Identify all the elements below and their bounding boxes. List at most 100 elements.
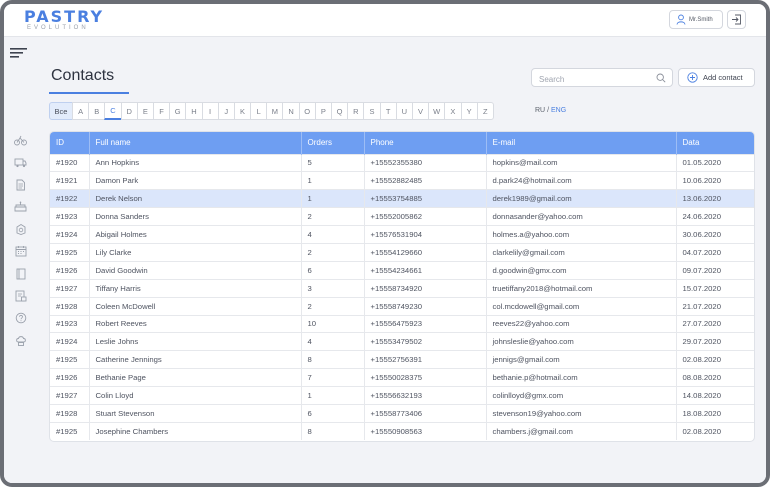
cell-phone: +15556475923 <box>364 314 487 333</box>
column-header-email[interactable]: E-mail <box>486 132 677 154</box>
user-profile-button[interactable]: Mr.Smith <box>669 10 723 29</box>
cell-email: stevenson19@yahoo.com <box>486 403 677 423</box>
filter-letter-s[interactable]: S <box>363 102 381 120</box>
table-row[interactable]: #1927 Tiffany Harris 3 +15558734920 truetiff… <box>50 278 754 298</box>
table-row[interactable]: #1924 Abigail Holmes 4 +15576531904 holmes.a… <box>50 225 754 244</box>
cell-email: jennigs@gmail.com <box>486 350 677 369</box>
bicycle-icon <box>14 135 27 145</box>
sidebar-item-delivery[interactable] <box>4 153 37 171</box>
column-header-date[interactable]: Data <box>676 132 754 154</box>
filter-letter-e[interactable]: E <box>136 102 154 120</box>
cell-full-name: Stuart Stevenson <box>89 403 302 423</box>
sidebar-item-help[interactable] <box>4 309 37 327</box>
cell-full-name: Donna Sanders <box>89 207 302 226</box>
filter-letter-n[interactable]: N <box>282 102 300 120</box>
filter-letter-d[interactable]: D <box>120 102 138 120</box>
column-header-full-name[interactable]: Full name <box>89 132 302 154</box>
cell-full-name: Coleen McDowell <box>89 296 302 316</box>
cell-id: #1926 <box>50 260 90 280</box>
filter-letter-i[interactable]: I <box>201 102 219 120</box>
cell-full-name: Tiffany Harris <box>89 278 302 298</box>
logo-main-text: PASTRY <box>24 7 105 26</box>
logout-button[interactable] <box>727 10 746 29</box>
table-row[interactable]: #1927 Colin Lloyd 1 +15556632193 colinlloyd@… <box>50 386 754 405</box>
sidebar-item-documents[interactable] <box>4 176 37 194</box>
filter-letter-q[interactable]: Q <box>331 102 349 120</box>
sidebar-item-recipes[interactable] <box>4 265 37 283</box>
filter-letter-k[interactable]: K <box>233 102 252 120</box>
table-row[interactable]: #1920 Ann Hopkins 5 +15552355380 hopkins@mai… <box>50 153 754 172</box>
table-row[interactable]: #1928 Stuart Stevenson 6 +15558773406 steven… <box>50 403 754 423</box>
filter-letter-c[interactable]: C <box>104 102 122 120</box>
filter-letter-l[interactable]: L <box>250 102 268 120</box>
cell-orders: 7 <box>301 368 365 387</box>
lang-ru[interactable]: RU <box>535 107 545 114</box>
filter-letter-v[interactable]: V <box>411 102 430 120</box>
filter-letter-w[interactable]: W <box>428 102 446 120</box>
table-row[interactable]: #1923 Robert Reeves 10 +15556475923 reeves22… <box>50 314 754 333</box>
logo-sub-text: EVOLUTION <box>27 25 89 31</box>
contacts-table: ID Full name Orders Phone E-mail Data #1… <box>49 131 755 442</box>
filter-letter-o[interactable]: O <box>298 102 316 120</box>
sidebar-item-chef[interactable] <box>4 332 37 350</box>
filter-letter-a[interactable]: A <box>72 102 90 120</box>
cell-orders: 1 <box>301 171 365 190</box>
cell-phone: +15554129660 <box>364 242 487 262</box>
user-icon <box>676 14 686 25</box>
logo[interactable]: PASTRY EVOLUTION <box>24 9 104 32</box>
filter-letter-j[interactable]: J <box>217 102 235 120</box>
table-row[interactable]: #1925 Lily Clarke 2 +15554129660 clarkelily@… <box>50 242 754 262</box>
table-row[interactable]: #1922 Derek Nelson 1 +15553754885 derek1989@… <box>50 189 754 208</box>
add-contact-button[interactable]: Add contact <box>678 68 755 87</box>
filter-letter-z[interactable]: Z <box>476 102 494 120</box>
cell-phone: +15556632193 <box>364 386 487 405</box>
cell-date: 01.05.2020 <box>676 153 754 172</box>
cell-full-name: Damon Park <box>89 171 302 190</box>
column-header-phone[interactable]: Phone <box>364 132 487 154</box>
table-row[interactable]: #1921 Damon Park 1 +15552882485 d.park24@hot… <box>50 171 754 190</box>
add-contact-label: Add contact <box>703 73 743 82</box>
cell-date: 29.07.2020 <box>676 332 754 351</box>
search-box[interactable] <box>531 68 673 88</box>
filter-letter-m[interactable]: M <box>266 102 284 120</box>
cell-date: 08.08.2020 <box>676 368 754 387</box>
menu-icon[interactable] <box>10 48 28 58</box>
table-row[interactable]: #1925 Catherine Jennings 8 +15552756391 jenn… <box>50 350 754 369</box>
sidebar-item-contacts[interactable] <box>4 287 37 305</box>
filter-letter-u[interactable]: U <box>395 102 413 120</box>
table-row[interactable]: #1923 Donna Sanders 2 +15552005862 donnasand… <box>50 207 754 226</box>
filter-letter-y[interactable]: Y <box>460 102 478 120</box>
filter-letter-x[interactable]: X <box>444 102 462 120</box>
cell-date: 24.06.2020 <box>676 207 754 226</box>
cell-full-name: Derek Nelson <box>89 189 302 208</box>
filter-letter-p[interactable]: P <box>314 102 332 120</box>
filter-letter-b[interactable]: B <box>88 102 106 120</box>
filter-all-button[interactable]: Все <box>49 102 73 120</box>
column-header-orders[interactable]: Orders <box>301 132 365 154</box>
lang-eng[interactable]: ENG <box>551 107 566 114</box>
column-header-id[interactable]: ID <box>50 132 90 154</box>
sidebar-item-products[interactable] <box>4 220 37 238</box>
sidebar-item-cakes[interactable] <box>4 198 37 216</box>
cell-orders: 6 <box>301 403 365 423</box>
filter-letter-r[interactable]: R <box>347 102 365 120</box>
cake-box-icon <box>16 224 25 236</box>
table-row[interactable]: #1924 Leslie Johns 4 +15553479502 johnslesli… <box>50 332 754 351</box>
sidebar-item-calendar[interactable] <box>4 242 37 260</box>
table-row[interactable]: #1928 Coleen McDowell 2 +15558749230 col.mcd… <box>50 296 754 316</box>
table-row[interactable]: #1926 David Goodwin 6 +15554234661 d.goodwin… <box>50 260 754 280</box>
alphabet-filter: Все ABCDEFGHIJKLMNOPQRSTUVWXYZ <box>49 102 494 120</box>
filter-letter-f[interactable]: F <box>152 102 171 120</box>
filter-letter-t[interactable]: T <box>379 102 397 120</box>
cell-phone: +15550908563 <box>364 421 487 441</box>
search-input[interactable] <box>532 71 650 88</box>
filter-letter-h[interactable]: H <box>185 102 203 120</box>
table-row[interactable]: #1925 Josephine Chambers 8 +15550908563 cham… <box>50 421 754 441</box>
search-icon[interactable] <box>656 73 666 83</box>
sidebar-nav <box>4 131 37 354</box>
table-row[interactable]: #1926 Bethanie Page 7 +15550028375 bethanie.… <box>50 368 754 387</box>
cell-email: reeves22@yahoo.com <box>486 314 677 333</box>
filter-letter-g[interactable]: G <box>169 102 187 120</box>
cell-phone: +15553754885 <box>364 189 487 208</box>
sidebar-item-bicycle[interactable] <box>4 131 37 149</box>
